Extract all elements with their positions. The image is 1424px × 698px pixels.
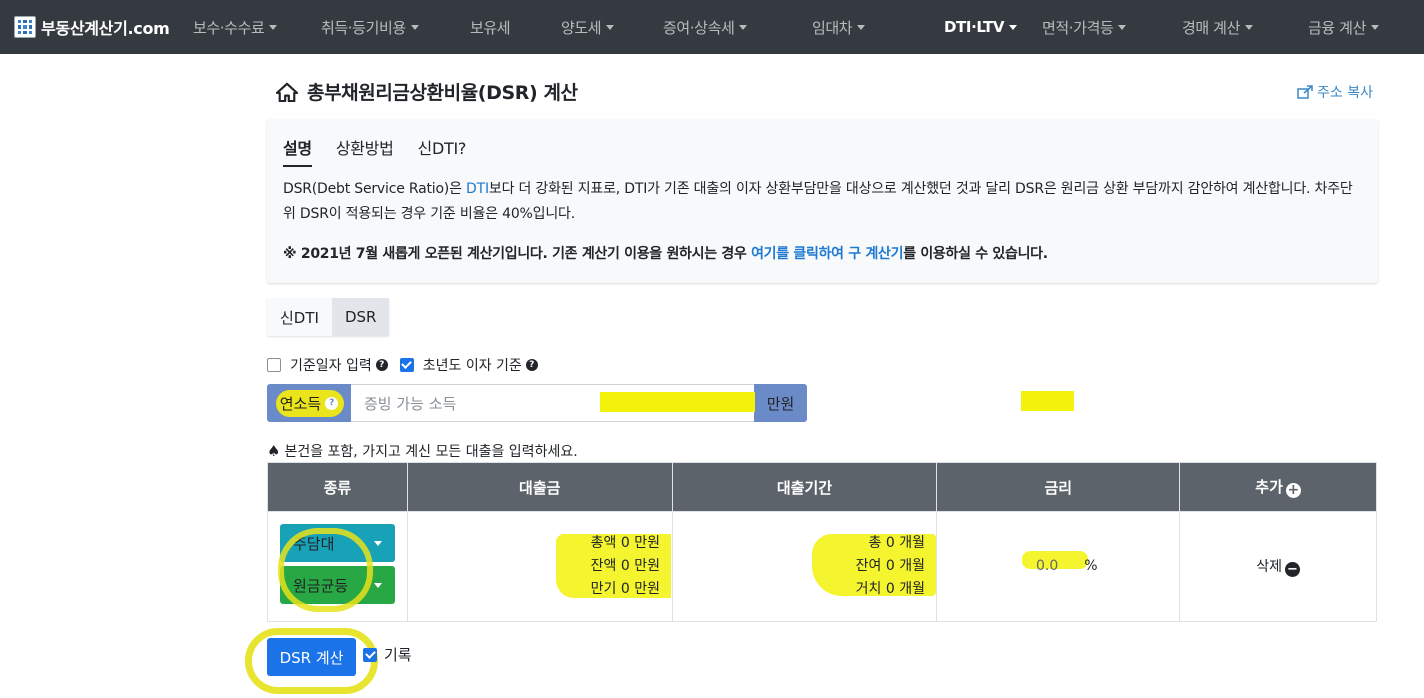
calculator-logo-icon [14, 16, 36, 38]
column-header-amount: 대출금 [406, 462, 673, 512]
loan-rate-overlay: 0.0% [1036, 558, 1098, 574]
caret-down-icon [1118, 24, 1127, 30]
caret-down-icon [410, 24, 419, 30]
info-panel: 설명 상환방법 신DTI? DSR(Debt Service Ratio)은 D… [267, 119, 1378, 283]
home-icon [276, 82, 298, 102]
add-loan-button[interactable]: 추가 + [1179, 462, 1377, 512]
brand-name: 부동산계산기.com [41, 19, 170, 38]
nav-item-holding-tax[interactable]: 보유세 [456, 0, 549, 54]
highlight-mark [278, 528, 373, 612]
nav-item-auction[interactable]: 경매 계산 [1182, 0, 1308, 54]
nav-item-fees[interactable]: 보수·수수료 [193, 0, 304, 54]
help-icon[interactable]: ? [375, 359, 388, 371]
help-icon[interactable]: ? [525, 359, 538, 371]
income-label: 연소득 ? [267, 384, 351, 422]
nav-item-gift-tax[interactable]: 증여·상속세 [652, 0, 793, 54]
loan-guide: ♠ 본건을 포함, 가지고 계신 모든 대출을 입력하세요. [267, 442, 578, 460]
plus-circle-icon: + [1285, 482, 1301, 499]
caret-down-icon [606, 24, 615, 30]
income-unit: 만원 [754, 384, 1074, 422]
mode-dsr-button[interactable]: DSR [331, 298, 390, 336]
dti-link[interactable]: DTI [466, 181, 489, 197]
caret-down-icon [374, 583, 382, 588]
nav-item-finance[interactable]: 금융 계산 [1308, 0, 1418, 54]
first-year-checkbox[interactable] [399, 358, 414, 372]
tab-description[interactable]: 설명 [283, 135, 312, 167]
caret-down-icon [739, 24, 748, 30]
notice-text: ※ 2021년 7월 새롭게 오픈된 계산기입니다. 기존 계산기 이용을 원하… [283, 246, 1048, 262]
top-navbar: 부동산계산기.com 보수·수수료 취득·등기비용 보유세 양도세 증여·상속세… [0, 0, 1424, 54]
record-label: 기록 [384, 646, 412, 664]
page-header: 총부채원리금상환비율(DSR) 계산 [276, 78, 578, 105]
options-row: 기준일자 입력 ? 초년도 이자 기준 ? [267, 355, 538, 375]
nav-item-area[interactable]: 면적·가격등 [1042, 0, 1182, 54]
mode-new-dti-button[interactable]: 신DTI [267, 298, 332, 336]
base-date-checkbox[interactable] [267, 358, 281, 372]
caret-down-icon [269, 24, 278, 30]
caret-down-icon [1244, 24, 1253, 30]
nav-item-acquisition[interactable]: 취득·등기비용 [304, 0, 456, 54]
loan-amount-overlay: 총액 0 만원 잔액 0 만원 만기 0 만원 [590, 535, 660, 597]
caret-down-icon [1009, 24, 1018, 30]
dsr-calculate-button[interactable]: DSR 계산 [267, 638, 356, 676]
mode-toggle: 신DTI DSR [267, 298, 390, 336]
base-date-label: 기준일자 입력 [290, 358, 372, 374]
table-header-row: 종류 대출금 대출기간 금리 추가 + [267, 462, 1377, 512]
description-text: DSR(Debt Service Ratio)은 DTI보다 더 강화된 지표로… [283, 181, 1353, 222]
record-checkbox[interactable] [363, 647, 377, 662]
nav-item-transfer-tax[interactable]: 양도세 [549, 0, 652, 54]
income-input-group: 연소득 ? 증빙 가능 소득 만원 [267, 384, 1074, 422]
record-option: 기록 [363, 644, 412, 665]
nav-item-dti-ltv[interactable]: DTI·LTV [924, 0, 1042, 54]
caret-down-icon [857, 24, 866, 30]
help-icon[interactable]: ? [325, 396, 339, 410]
page-title: 총부채원리금상환비율(DSR) 계산 [307, 82, 578, 104]
old-calculator-link[interactable]: 여기를 클릭하여 구 계산기 [751, 246, 903, 262]
copy-url-link[interactable]: 주소 복사 [1297, 82, 1373, 102]
brand-link[interactable]: 부동산계산기.com [14, 15, 194, 39]
nav-menu: 보수·수수료 취득·등기비용 보유세 양도세 증여·상속세 임대차 DTI·LT… [193, 0, 1418, 54]
minus-circle-icon: − [1284, 562, 1300, 577]
info-tabs: 설명 상환방법 신DTI? [283, 135, 490, 167]
caret-down-icon [1370, 24, 1379, 30]
income-input[interactable]: 증빙 가능 소득 [351, 384, 755, 422]
column-header-period: 대출기간 [671, 462, 938, 512]
spade-icon: ♠ [267, 442, 281, 460]
loan-period-overlay: 총 0 개월 잔여 0 개월 거치 0 개월 [855, 535, 925, 597]
share-icon [1297, 85, 1313, 99]
column-header-rate: 금리 [936, 462, 1181, 512]
nav-item-lease[interactable]: 임대차 [793, 0, 924, 54]
caret-down-icon [374, 541, 382, 546]
column-header-type: 종류 [267, 462, 408, 512]
tab-repayment[interactable]: 상환방법 [336, 135, 394, 167]
first-year-label: 초년도 이자 기준 [422, 358, 522, 374]
delete-loan-button[interactable]: 삭제 − [1179, 511, 1377, 622]
tab-new-dti[interactable]: 신DTI? [418, 135, 467, 167]
